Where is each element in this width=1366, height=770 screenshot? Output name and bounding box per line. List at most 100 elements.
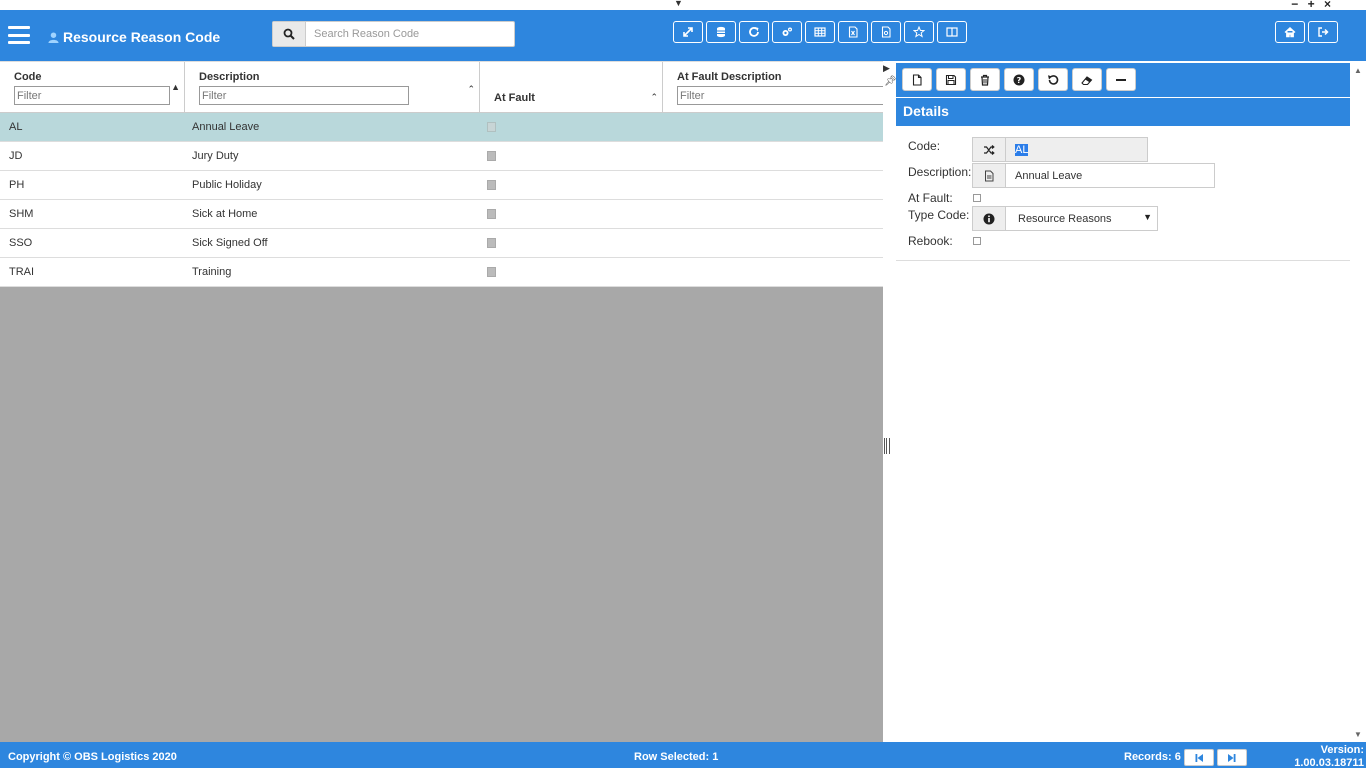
type-code-label: Type Code: xyxy=(908,208,970,222)
first-page-button[interactable] xyxy=(1184,749,1214,766)
at-fault-checkbox xyxy=(487,151,496,161)
export-pdf-button[interactable] xyxy=(871,21,901,43)
settings-button[interactable] xyxy=(772,21,802,43)
logout-button[interactable] xyxy=(1308,21,1338,43)
document-icon xyxy=(973,164,1006,187)
favourite-button[interactable] xyxy=(904,21,934,43)
search-input[interactable] xyxy=(306,22,514,46)
database-button[interactable] xyxy=(706,21,736,43)
table-row[interactable]: JD Jury Duty xyxy=(0,142,883,171)
cell-code: AL xyxy=(9,121,23,133)
pin-icon[interactable]: 📌︎ xyxy=(884,76,897,87)
star-icon xyxy=(913,26,925,38)
refresh-button[interactable] xyxy=(739,21,769,43)
columns-icon xyxy=(946,27,958,37)
details-toolbar: ? xyxy=(896,63,1350,97)
description-filter-input[interactable] xyxy=(199,86,409,105)
cell-description: Annual Leave xyxy=(192,121,260,133)
random-icon[interactable] xyxy=(973,138,1006,161)
scroll-down-icon[interactable]: ▼ xyxy=(1354,730,1362,739)
records-count: Records: 6 xyxy=(1124,751,1181,763)
page-title: Resource Reason Code xyxy=(48,29,220,45)
collapse-panel-icon[interactable]: ▶ xyxy=(883,63,890,74)
code-filter-input[interactable] xyxy=(14,86,170,105)
cell-code: TRAI xyxy=(9,266,35,278)
cell-description: Public Holiday xyxy=(192,179,262,191)
clear-button[interactable] xyxy=(1072,68,1102,91)
status-bar: Copyright © OBS Logistics 2020 Row Selec… xyxy=(0,742,1366,769)
search-button[interactable] xyxy=(273,22,306,46)
version-label: Version: xyxy=(1320,744,1364,756)
at-fault-checkbox xyxy=(487,209,496,219)
column-at-fault-description-label: At Fault Description xyxy=(677,71,782,83)
column-at-fault-description[interactable]: At Fault Description xyxy=(663,62,883,113)
type-code-value: Resource Reasons xyxy=(1018,213,1112,225)
help-button[interactable]: ? xyxy=(1004,68,1034,91)
refresh-icon xyxy=(749,27,759,37)
eraser-icon xyxy=(1081,75,1093,85)
new-button[interactable] xyxy=(902,68,932,91)
last-page-button[interactable] xyxy=(1217,749,1247,766)
cell-description: Training xyxy=(192,266,232,278)
collapse-details-button[interactable] xyxy=(1106,68,1136,91)
at-fault-checkbox xyxy=(487,267,496,277)
page-title-text: Resource Reason Code xyxy=(63,29,221,45)
grid-view-button[interactable] xyxy=(805,21,835,43)
trash-icon xyxy=(981,74,989,86)
expand-button[interactable] xyxy=(673,21,703,43)
nav-toolbar xyxy=(1275,21,1338,43)
scrollbar[interactable]: ▲ ▼ xyxy=(1350,61,1366,742)
pane-splitter-handle[interactable] xyxy=(884,438,890,454)
table-row[interactable]: PH Public Holiday xyxy=(0,171,883,200)
sort-icon[interactable]: ⌃ xyxy=(467,84,475,95)
home-icon xyxy=(1284,27,1296,38)
rebook-checkbox[interactable] xyxy=(973,237,981,245)
table-row[interactable]: TRAI Training xyxy=(0,258,883,287)
chevron-down-icon[interactable]: ▼ xyxy=(1143,212,1152,222)
details-pane: ? Details Code: AL Description: Annual L… xyxy=(896,61,1350,742)
table-row[interactable]: SSO Sick Signed Off xyxy=(0,229,883,258)
cell-code: JD xyxy=(9,150,23,162)
sort-icon[interactable]: ⌃ xyxy=(650,92,658,103)
table-row[interactable]: AL Annual Leave xyxy=(0,113,883,142)
step-backward-icon xyxy=(1195,753,1203,762)
main-toolbar xyxy=(673,21,967,43)
split-view-button[interactable] xyxy=(937,21,967,43)
cell-code: SSO xyxy=(9,237,33,249)
top-strip: ▼ xyxy=(0,0,1366,10)
menu-icon[interactable] xyxy=(8,26,30,44)
info-icon xyxy=(973,207,1006,230)
column-at-fault[interactable]: At Fault ⌃ xyxy=(480,62,663,113)
minus-icon xyxy=(1116,78,1126,81)
at-fault-checkbox[interactable] xyxy=(973,194,981,202)
description-field[interactable]: Annual Leave xyxy=(972,163,1215,188)
version-value: 1.00.03.18711 xyxy=(1294,757,1364,769)
collapse-header-icon[interactable]: ▼ xyxy=(674,0,683,8)
user-icon xyxy=(48,32,59,43)
cell-code: SHM xyxy=(9,208,34,220)
undo-button[interactable] xyxy=(1038,68,1068,91)
save-button[interactable] xyxy=(936,68,966,91)
copyright-text: Copyright © OBS Logistics 2020 xyxy=(8,751,177,763)
code-value: AL xyxy=(1015,144,1029,156)
table-row[interactable]: SHM Sick at Home xyxy=(0,200,883,229)
search-box xyxy=(272,21,515,47)
scroll-up-icon[interactable]: ▲ xyxy=(1354,66,1362,75)
cell-description: Sick at Home xyxy=(192,208,258,220)
home-button[interactable] xyxy=(1275,21,1305,43)
question-icon: ? xyxy=(1013,74,1025,85)
export-excel-button[interactable] xyxy=(838,21,868,43)
column-code[interactable]: Code ▲ xyxy=(0,62,185,113)
step-forward-icon xyxy=(1228,753,1236,762)
column-description[interactable]: Description ⌃ xyxy=(185,62,480,113)
code-field[interactable]: AL xyxy=(972,137,1148,162)
delete-button[interactable] xyxy=(970,68,1000,91)
sort-icon[interactable]: ▲ xyxy=(171,82,180,92)
at-fault-description-filter-input[interactable] xyxy=(677,86,883,105)
at-fault-checkbox xyxy=(487,122,496,132)
at-fault-label: At Fault: xyxy=(908,191,953,205)
column-description-label: Description xyxy=(199,71,260,83)
type-code-select[interactable]: Resource Reasons ▼ xyxy=(972,206,1158,231)
new-file-icon xyxy=(912,73,922,86)
cogs-icon xyxy=(782,27,792,36)
